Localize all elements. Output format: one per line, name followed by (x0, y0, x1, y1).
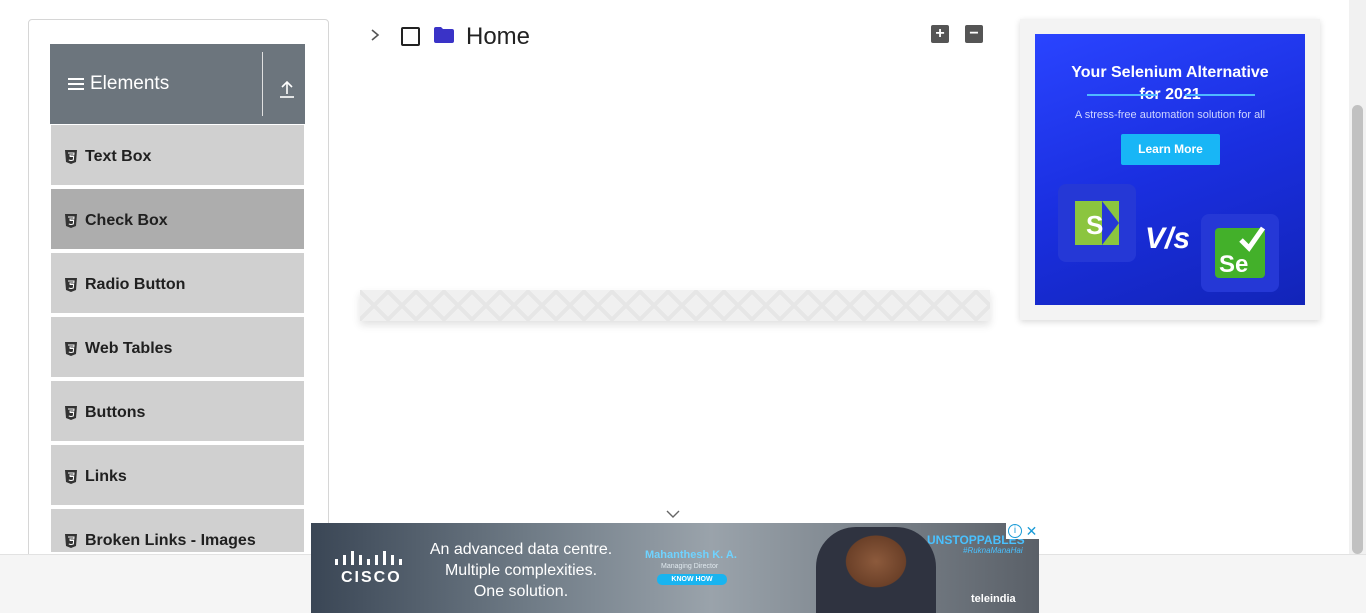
page-scrollbar[interactable] (1349, 0, 1366, 554)
ad-deco-line (1087, 94, 1157, 96)
sidebar-item-check-box[interactable]: Check Box (51, 189, 304, 251)
katalon-logo: S (1058, 184, 1136, 262)
collapse-all-button[interactable]: − (965, 25, 983, 43)
ad-info-icon[interactable]: i (1008, 524, 1022, 538)
header-divider (262, 52, 263, 116)
ad-choices: i ✕ (1006, 523, 1039, 539)
banner-copy-line1: An advanced data centre. (429, 541, 613, 558)
banner-person-role: Managing Director (661, 563, 719, 570)
sidebar-item-label: Check Box (85, 212, 168, 229)
html5-icon (65, 406, 77, 420)
sidebar-item-buttons[interactable]: Buttons (51, 381, 304, 443)
cisco-banner-ad[interactable]: CISCO An advanced data centre. Multiple … (311, 523, 1039, 613)
sidebar-item-text-box[interactable]: Text Box (51, 125, 304, 187)
teleindia-logo: teleindia (971, 593, 1016, 605)
sidebar-item-broken-links[interactable]: Broken Links - Images (51, 509, 304, 554)
html5-icon (65, 278, 77, 292)
scrollbar-thumb[interactable] (1352, 105, 1363, 554)
pattern-strip (360, 290, 990, 321)
ad-close-icon[interactable]: ✕ (1024, 523, 1039, 539)
ad-subtitle: A stress-free automation solution for al… (1074, 109, 1266, 121)
hamburger-icon (68, 78, 84, 91)
ad-title: Your Selenium Alternative for 2021 (1035, 62, 1305, 106)
expand-all-button[interactable]: + (931, 25, 949, 43)
chevron-down-icon[interactable] (666, 509, 680, 519)
group-title: Elements (90, 73, 170, 94)
banner-person-name: Mahanthesh K. A. (645, 549, 737, 561)
html5-icon (65, 470, 77, 484)
banner-hashtag: #RuknaManaHai (963, 546, 1023, 555)
sidebar-item-label: Radio Button (85, 276, 186, 293)
sidebar-item-radio-button[interactable]: Radio Button (51, 253, 304, 315)
folder-icon (434, 27, 454, 43)
katalon-letter: S (1086, 210, 1103, 240)
learn-more-button[interactable]: Learn More (1121, 134, 1220, 165)
sidebar-item-web-tables[interactable]: Web Tables (51, 317, 304, 379)
ad-deco-line (1185, 94, 1255, 96)
know-how-button[interactable]: KNOW HOW (657, 574, 727, 585)
sidebar-item-label: Broken Links - Images (85, 532, 256, 549)
html5-icon (65, 150, 77, 164)
selenium-letters: Se (1219, 251, 1248, 278)
sidebar-item-label: Links (85, 468, 127, 485)
html5-icon (65, 342, 77, 356)
ad-title-line1: Your Selenium Alternative (1071, 64, 1269, 81)
selenium-alternative-ad[interactable]: Your Selenium Alternative for 2021 A str… (1035, 34, 1305, 305)
sidebar-item-label: Buttons (85, 404, 146, 421)
html5-icon (65, 534, 77, 548)
ad-title-line2: for 2021 (1139, 86, 1201, 103)
upload-icon[interactable] (276, 78, 298, 100)
ad-card: Your Selenium Alternative for 2021 A str… (1020, 19, 1320, 320)
cisco-wordmark: CISCO (341, 569, 402, 586)
selenium-logo: Se (1201, 214, 1279, 292)
vs-text: V/s (1145, 222, 1191, 255)
banner-person-photo (816, 527, 936, 613)
sidebar-item-label: Web Tables (85, 340, 173, 357)
banner-copy-line2: Multiple complexities. (444, 562, 598, 579)
page: Elements Text Box Check Box Radio Button… (0, 0, 1366, 613)
banner-copy: An advanced data centre. Multiple comple… (421, 539, 621, 602)
sidebar-item-label: Text Box (85, 148, 152, 165)
elements-group-header[interactable]: Elements (50, 44, 305, 124)
sidebar-item-links[interactable]: Links (51, 445, 304, 507)
html5-icon (65, 214, 77, 228)
banner-copy-line3: One solution. (473, 583, 569, 600)
home-checkbox[interactable] (401, 27, 420, 46)
tree-label-home[interactable]: Home (466, 23, 530, 51)
chevron-right-icon[interactable] (368, 27, 382, 43)
